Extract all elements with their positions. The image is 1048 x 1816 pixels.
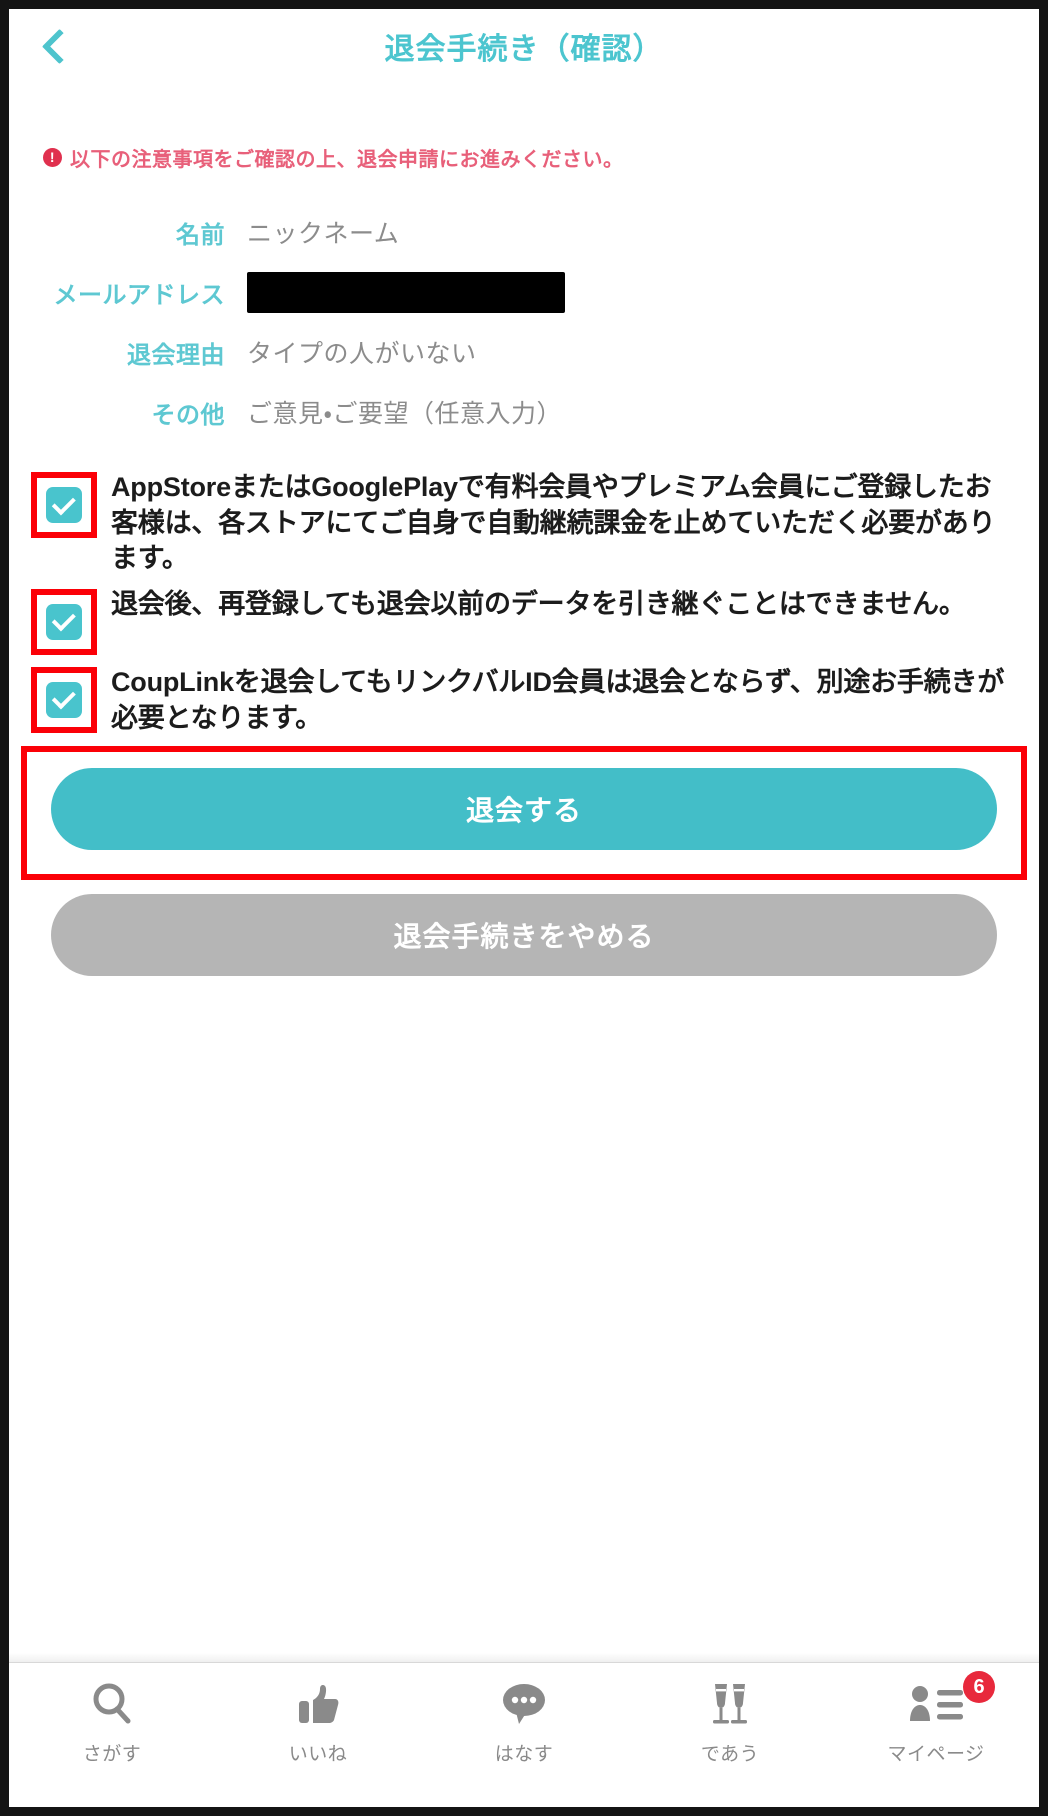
checkbox-label: CoupLinkを退会してもリンクバルID会員は退会とならず、別途お手続きが必要… (111, 666, 1005, 733)
status-badge: 6 (963, 1671, 995, 1703)
tab-label: さがす (82, 1744, 142, 1765)
field-value: ニックネーム (247, 220, 400, 248)
back-button[interactable] (29, 19, 83, 73)
phone-frame: 退会手続き（確認） ! 以下の注意事項をご確認の上、退会申請にお進みください。 … (0, 0, 1048, 1816)
field-value: ご意見・ご要望（任意入力） (247, 400, 563, 428)
field-label: 名前 (176, 221, 225, 249)
thumbs-up-icon (295, 1677, 341, 1731)
check-icon (51, 685, 76, 710)
main-content: ! 以下の注意事項をご確認の上、退会申請にお進みください。 名前 ニックネーム … (9, 83, 1039, 1662)
chat-bubble-icon (499, 1677, 549, 1731)
redacted-email-value (247, 271, 565, 313)
warning-notice: ! 以下の注意事項をご確認の上、退会申請にお進みください。 (43, 143, 1039, 172)
list-item: 退会後、再登録しても退会以前のデータを引き継ぐことはできません。 (9, 587, 1039, 655)
agreement-checkbox-list: AppStoreまたはGooglePlayで有料会員やプレミアム会員にご登録した… (9, 470, 1039, 736)
checkbox-annotation-box (31, 666, 97, 733)
field-label: 退会理由 (127, 341, 225, 369)
field-value: タイプの人がいない (247, 340, 477, 368)
list-item: CoupLinkを退会してもリンクバルID会員は退会とならず、別途お手続きが必要… (9, 665, 1039, 736)
tab-label: いいね (288, 1744, 348, 1765)
check-icon (51, 607, 76, 632)
exclamation-circle-icon: ! (43, 148, 62, 167)
app-header: 退会手続き（確認） (9, 9, 1039, 91)
checkbox-checked-2[interactable] (46, 603, 82, 640)
field-row-other: その他 ご意見・ご要望（任意入力） (9, 382, 1039, 442)
checkbox-checked-1[interactable] (46, 487, 82, 523)
tab-meet[interactable]: であう (627, 1677, 833, 1766)
field-row-reason: 退会理由 タイプの人がいない (9, 322, 1039, 382)
champagne-glasses-icon (705, 1677, 755, 1731)
checkbox-annotation-box (31, 472, 97, 538)
checkbox-checked-3[interactable] (46, 681, 82, 718)
primary-button-annotation-box: 退会する (21, 746, 1027, 881)
field-label: メールアドレス (53, 281, 225, 309)
withdraw-submit-button[interactable]: 退会する (51, 768, 997, 851)
tab-likes[interactable]: いいね (215, 1677, 421, 1766)
list-item: AppStoreまたはGooglePlayで有料会員やプレミアム会員にご登録した… (9, 470, 1039, 577)
checkbox-label: 退会後、再登録しても退会以前のデータを引き継ぐことはできません。 (111, 588, 966, 619)
tab-search[interactable]: さがす (9, 1677, 215, 1766)
field-row-name: 名前 ニックネーム (9, 202, 1039, 262)
tab-label: マイページ (887, 1744, 985, 1765)
checkbox-annotation-box (31, 588, 97, 655)
bottom-navigation: さがす いいね はなす であう 6 マイページ (9, 1653, 1039, 1807)
summary-fields: 名前 ニックネーム メールアドレス 退会理由 タイプの人がいない その他 ご意見… (9, 202, 1039, 442)
person-list-icon: 6 (907, 1671, 995, 1731)
cancel-withdrawal-button[interactable]: 退会手続きをやめる (51, 894, 997, 977)
chevron-left-icon (41, 28, 77, 64)
page-title: 退会手続き（確認） (384, 33, 664, 66)
warning-text: 以下の注意事項をご確認の上、退会申請にお進みください。 (70, 149, 624, 171)
field-label: その他 (151, 401, 225, 429)
tab-label: はなす (494, 1744, 554, 1765)
tab-chat[interactable]: はなす (421, 1677, 627, 1766)
tab-mypage[interactable]: 6 マイページ (833, 1671, 1039, 1766)
field-row-email: メールアドレス (9, 262, 1039, 322)
check-icon (51, 490, 76, 515)
search-icon (90, 1677, 134, 1731)
checkbox-label: AppStoreまたはGooglePlayで有料会員やプレミアム会員にご登録した… (111, 472, 996, 574)
tab-label: であう (700, 1744, 760, 1765)
